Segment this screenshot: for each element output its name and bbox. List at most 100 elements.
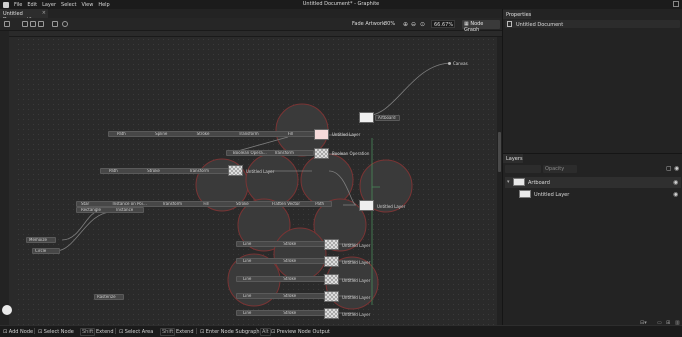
node-transform[interactable]: Transform [239,132,259,136]
render-mode-icon[interactable] [52,21,58,27]
node-chain-line[interactable]: Line Stroke [236,258,328,264]
menu-edit[interactable]: Edit [27,2,37,8]
zoom-in-icon[interactable]: ⊕ [403,21,408,28]
node-transform[interactable]: Transform [274,151,294,155]
layer-thumbnail[interactable] [314,129,329,140]
fade-artwork-value[interactable]: 80% [384,21,395,27]
node-stroke[interactable]: Stroke [283,242,296,246]
lock-icon[interactable]: ▢ [666,165,672,172]
hint-label: Select Node [43,329,74,335]
close-icon[interactable]: × [42,10,46,16]
layer-row-untitled-layer[interactable]: Untitled Layer ◉ [505,189,681,200]
node-stroke[interactable]: Stroke [283,311,296,315]
tool-mode-icon[interactable] [4,21,10,27]
node-fill[interactable]: Fill [203,202,208,206]
layer-thumbnail[interactable] [359,200,374,211]
node-path[interactable]: Path [315,202,324,206]
node-stroke[interactable]: Stroke [283,259,296,263]
ruler-vertical [9,37,16,325]
node-line[interactable]: Line [243,277,251,281]
menu-file[interactable]: File [14,2,22,8]
hint-label: Select Area [124,329,154,335]
window-maximize-icon[interactable] [673,1,679,7]
node-stroke[interactable]: Stroke [236,202,249,206]
scrollbar-thumb[interactable] [498,132,501,172]
node-path[interactable]: Path [109,169,118,173]
layers-tab[interactable]: Layers [503,154,523,163]
node-chain-row1[interactable]: Path Spline Stroke Transform Fill [108,131,318,137]
node-fill[interactable]: Fill [288,132,293,136]
layer-row-artboard[interactable]: ▾ Artboard ◉ [505,177,681,188]
enter-subgraph-hint: ⊡ Enter Node Subgraph [200,329,260,335]
menu-help[interactable]: Help [98,2,109,8]
zoom-input[interactable]: 66.67% [431,20,455,28]
zoom-out-icon[interactable]: ⊖ [411,21,416,28]
visibility-toggle-icon[interactable]: ◉ [674,165,679,172]
overlay-icon[interactable] [22,21,28,27]
layer-thumbnail[interactable] [324,291,339,302]
node-stroke[interactable]: Stroke [147,169,160,173]
layer-thumbnail[interactable] [324,239,339,250]
node-stroke[interactable]: Stroke [197,132,210,136]
properties-tab[interactable]: Properties [503,10,531,19]
node-instance[interactable]: Instance [116,208,133,212]
node-path[interactable]: Path [117,132,126,136]
layer-node-label: Untitled Layer [342,243,371,248]
node-memoize[interactable]: Memoize [26,237,56,243]
node-chain-row2[interactable]: Boolean Opera… Transform [226,150,314,156]
node-boolean-operation[interactable]: Boolean Opera… [233,151,267,155]
node-graph-canvas[interactable]: Canvas Artboard Path Spline Stroke Trans… [16,37,497,325]
select-area-hint: ⊡ Select Area [119,329,153,335]
zoom-reset-icon[interactable]: ⊙ [420,21,425,28]
node-chain-line[interactable]: Line Stroke [236,310,328,316]
node-rectangle[interactable]: Rectangle [81,208,101,212]
node-instance-on-points[interactable]: Instance on Poi… [112,202,146,206]
node-stroke[interactable]: Stroke [283,294,296,298]
node-stroke[interactable]: Stroke [283,277,296,281]
artboard-node[interactable]: Artboard [375,115,400,121]
node-chain-line[interactable]: Line Stroke [236,276,328,282]
node-chain-line[interactable]: Line Stroke [236,293,328,299]
color-swatch-icon[interactable] [2,305,12,315]
node-rasterize[interactable]: Rasterize [94,294,124,300]
artwork-circle [273,227,327,281]
artboard-thumbnail[interactable] [359,112,374,123]
divider [34,328,35,334]
layer-thumbnail[interactable] [324,256,339,267]
menu-layer[interactable]: Layer [42,2,56,8]
node-chain-row4b[interactable]: Rectangle Instance [76,207,144,213]
blend-mode-select[interactable] [505,165,541,173]
node-transform[interactable]: Transform [162,202,182,206]
node-star[interactable]: Star [81,202,89,206]
layer-thumbnail[interactable] [324,308,339,319]
node-chain-line[interactable]: Line Stroke [236,241,328,247]
expand-chevron-icon[interactable]: ▾ [507,179,510,185]
menu-view[interactable]: View [81,2,93,8]
snapping-icon[interactable] [30,21,36,27]
node-transform[interactable]: Transform [189,169,209,173]
output-port[interactable] [448,62,451,65]
node-line[interactable]: Line [243,294,251,298]
node-spline[interactable]: Spline [155,132,167,136]
node-line[interactable]: Line [243,311,251,315]
eye-icon[interactable]: ◉ [673,191,678,198]
node-chain-row3[interactable]: Path Stroke Transform [100,168,230,174]
document-tab-bar [0,9,502,18]
grid-icon[interactable] [38,21,44,27]
divider [256,328,257,334]
layer-thumbnail[interactable] [324,274,339,285]
layer-thumbnail[interactable] [228,165,243,176]
node-circle[interactable]: Circle [32,248,60,254]
node-flatten-vector[interactable]: Flatten Vector [272,202,300,206]
node-graph-button[interactable]: ▦ Node Graph [462,20,500,33]
node-line[interactable]: Line [243,242,251,246]
document-tab[interactable]: Untitled Document* × [0,9,48,23]
eye-icon[interactable] [62,21,68,27]
menu-select[interactable]: Select [61,2,76,8]
eye-icon[interactable]: ◉ [673,179,678,186]
node-line[interactable]: Line [243,259,251,263]
opacity-input[interactable]: Opacity [543,165,577,173]
artwork-circle [300,153,354,207]
boolean-thumbnail[interactable] [314,148,329,159]
graphite-logo-icon [3,1,9,8]
